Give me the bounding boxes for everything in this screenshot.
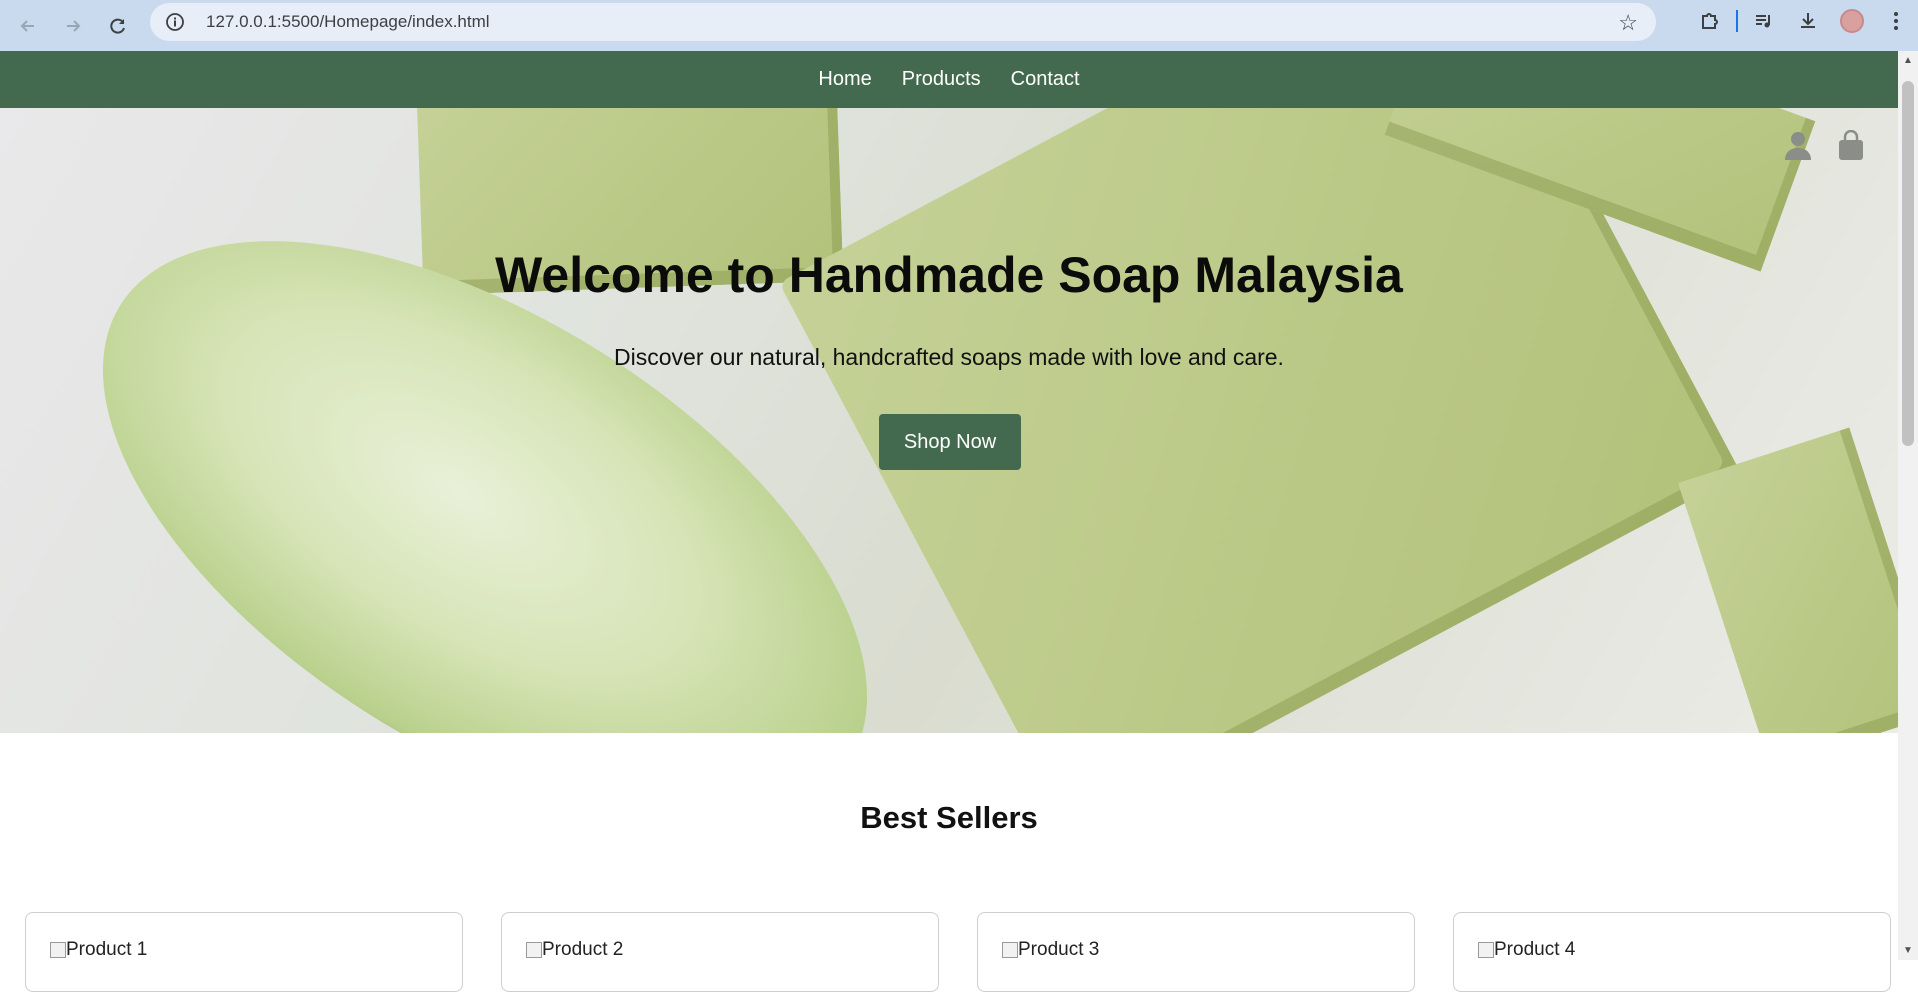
hero-subtitle: Discover our natural, handcrafted soaps … — [614, 344, 1284, 370]
url-text[interactable]: 127.0.0.1:5500/Homepage/index.html — [206, 12, 490, 32]
site-navbar: Home Products Contact — [0, 51, 1898, 108]
browser-actions — [1688, 0, 1918, 41]
product-image-alt: Product 2 — [542, 939, 624, 960]
forward-button[interactable] — [56, 9, 90, 43]
address-bar[interactable]: 127.0.0.1:5500/Homepage/index.html ☆ — [150, 3, 1656, 41]
browser-toolbar: 127.0.0.1:5500/Homepage/index.html ☆ — [0, 0, 1918, 51]
product-image[interactable]: Product 2 — [526, 939, 623, 961]
product-image-alt: Product 1 — [66, 939, 148, 960]
hero-banner: Welcome to Handmade Soap Malaysia Discov… — [0, 108, 1898, 733]
kebab-menu-icon[interactable] — [1874, 0, 1918, 41]
scroll-up-icon[interactable]: ▲ — [1903, 55, 1913, 66]
info-icon[interactable] — [164, 11, 186, 33]
arrow-left-icon — [20, 19, 34, 32]
product-image[interactable]: Product 3 — [1002, 939, 1099, 961]
shop-now-button[interactable]: Shop Now — [879, 414, 1021, 470]
user-icon[interactable] — [1783, 130, 1813, 162]
media-queue-icon[interactable] — [1742, 0, 1786, 41]
shopping-bag-icon[interactable] — [1836, 129, 1866, 162]
product-image-alt: Product 4 — [1494, 939, 1576, 960]
avatar — [1840, 8, 1864, 33]
hero-title: Welcome to Handmade Soap Malaysia — [495, 247, 1403, 303]
product-card[interactable]: Product 1 — [25, 912, 463, 992]
reload-button[interactable] — [101, 9, 135, 43]
nav-contact-link[interactable]: Contact — [1011, 68, 1080, 91]
arrow-right-icon — [67, 19, 81, 32]
download-icon[interactable] — [1786, 0, 1830, 41]
nav-products-link[interactable]: Products — [902, 68, 981, 91]
broken-image-icon — [1002, 942, 1018, 958]
broken-image-icon — [526, 942, 542, 958]
hero-content: Welcome to Handmade Soap Malaysia Discov… — [0, 108, 1898, 733]
star-icon[interactable]: ☆ — [1618, 10, 1638, 36]
product-card[interactable]: Product 2 — [501, 912, 939, 992]
product-image[interactable]: Product 1 — [50, 939, 147, 961]
product-card[interactable]: Product 4 — [1453, 912, 1891, 992]
page-scrollbar[interactable]: ▲ ▼ — [1898, 51, 1918, 960]
product-card[interactable]: Product 3 — [977, 912, 1415, 992]
product-image[interactable]: Product 4 — [1478, 939, 1575, 961]
scrollbar-thumb[interactable] — [1902, 81, 1914, 446]
reload-icon — [110, 18, 125, 34]
broken-image-icon — [1478, 942, 1494, 958]
nav-home-link[interactable]: Home — [818, 68, 871, 91]
broken-image-icon — [50, 942, 66, 958]
toolbar-divider — [1736, 9, 1738, 32]
back-button[interactable] — [11, 9, 45, 43]
profile-button[interactable] — [1830, 0, 1874, 41]
product-image-alt: Product 3 — [1018, 939, 1100, 960]
best-sellers-heading: Best Sellers — [860, 800, 1038, 835]
scroll-down-icon[interactable]: ▼ — [1903, 945, 1913, 956]
puzzle-icon[interactable] — [1688, 0, 1732, 41]
